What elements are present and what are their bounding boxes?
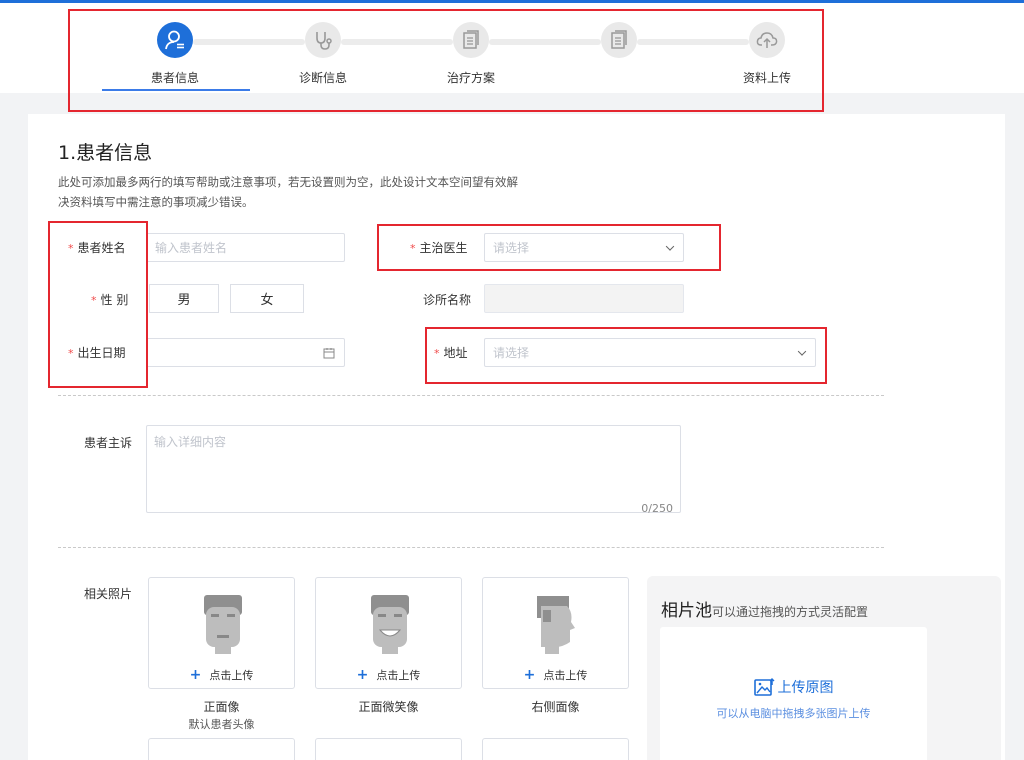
image-upload-icon xyxy=(753,678,774,696)
document-icon xyxy=(611,30,627,49)
photo-pool: 相片池可以通过拖拽的方式灵活配置 上传原图 可以从电脑中拖拽多张图片上传 xyxy=(647,576,1001,760)
chevron-down-icon xyxy=(665,241,675,251)
step-label: 治疗方案 xyxy=(446,71,496,85)
complaint-label: 患者主诉 xyxy=(84,436,133,450)
required-mark: * xyxy=(91,294,97,307)
doctor-label: * 主治医生 xyxy=(410,241,468,255)
section-description: 此处可添加最多两行的填写帮助或注意事项，若无设置则为空，此处设计文本空间望有效解… xyxy=(58,175,518,209)
upload-prompt: + 点击上传 xyxy=(356,667,421,683)
required-mark: * xyxy=(68,347,74,360)
document-icon xyxy=(463,30,479,49)
gender-male-button[interactable]: 男 xyxy=(149,284,219,313)
required-mark: * xyxy=(434,347,440,360)
complaint-textarea[interactable]: 输入详细内容 0/250 xyxy=(146,425,681,515)
chevron-down-icon xyxy=(797,346,807,356)
stethoscope-icon xyxy=(316,32,332,50)
plus-icon: + xyxy=(356,667,369,683)
section-title: 1.患者信息 xyxy=(58,142,153,164)
step-patient-info[interactable] xyxy=(157,22,193,58)
name-label: * 患者姓名 xyxy=(68,241,126,255)
photo-caption: 正面微笑像 xyxy=(358,700,419,714)
upload-prompt: + 点击上传 xyxy=(189,667,254,683)
step-connector xyxy=(637,39,749,45)
photo-upload-slot[interactable] xyxy=(482,738,629,760)
active-step-underline xyxy=(102,89,250,91)
step-connector xyxy=(193,39,305,45)
photo-caption: 右侧面像 xyxy=(531,700,580,714)
step-connector xyxy=(341,39,453,45)
divider xyxy=(58,395,884,396)
doctor-select[interactable]: 请选择 xyxy=(484,233,684,262)
photo-caption: 正面像 xyxy=(203,700,240,714)
clinic-label: 诊所名称 xyxy=(423,293,472,307)
face-front-icon xyxy=(204,595,242,654)
plus-icon: + xyxy=(523,667,536,683)
step-treatment[interactable] xyxy=(453,22,489,58)
user-icon xyxy=(165,30,184,50)
photo-upload-front[interactable]: + 点击上传 xyxy=(148,577,295,689)
photo-upload-slot[interactable] xyxy=(148,738,295,760)
step-label: 诊断信息 xyxy=(298,71,348,85)
pool-dropzone[interactable]: 上传原图 可以从电脑中拖拽多张图片上传 xyxy=(660,627,927,760)
step-connector xyxy=(489,39,601,45)
photo-caption-sub: 默认患者头像 xyxy=(188,718,255,731)
gender-female-button[interactable]: 女 xyxy=(230,284,304,313)
pool-title: 相片池可以通过拖拽的方式灵活配置 xyxy=(661,601,869,621)
required-mark: * xyxy=(68,242,74,255)
address-label: * 地址 xyxy=(434,346,468,360)
clinic-name-input xyxy=(484,284,684,313)
required-mark: * xyxy=(410,242,416,255)
photo-upload-slot[interactable] xyxy=(315,738,462,760)
face-smile-icon xyxy=(371,595,409,654)
upload-prompt: + 点击上传 xyxy=(523,667,588,683)
step-upload[interactable] xyxy=(749,22,785,58)
patient-name-input[interactable]: 输入患者姓名 xyxy=(146,233,345,262)
upload-original-button[interactable]: 上传原图 xyxy=(660,677,927,697)
steps-bar: 患者信息 诊断信息 治疗方案 资料上传 xyxy=(0,3,1024,93)
divider xyxy=(58,547,884,548)
calendar-icon xyxy=(323,348,335,359)
pool-hint: 可以从电脑中拖拽多张图片上传 xyxy=(716,707,871,720)
photo-upload-right[interactable]: + 点击上传 xyxy=(482,577,629,689)
step-four[interactable] xyxy=(601,22,637,58)
birth-date-input[interactable] xyxy=(146,338,345,367)
step-label: 患者信息 xyxy=(150,71,200,85)
gender-label: * 性 别 xyxy=(91,293,129,307)
step-label: 资料上传 xyxy=(742,71,792,85)
cloud-upload-icon xyxy=(756,32,778,48)
plus-icon: + xyxy=(189,667,202,683)
face-profile-icon xyxy=(537,596,575,654)
photo-upload-smile[interactable]: + 点击上传 xyxy=(315,577,462,689)
step-diagnosis[interactable] xyxy=(305,22,341,58)
photos-label: 相关照片 xyxy=(84,587,133,601)
char-counter: 0/250 xyxy=(641,502,673,515)
address-select[interactable]: 请选择 xyxy=(484,338,816,367)
birth-label: * 出生日期 xyxy=(68,346,126,360)
